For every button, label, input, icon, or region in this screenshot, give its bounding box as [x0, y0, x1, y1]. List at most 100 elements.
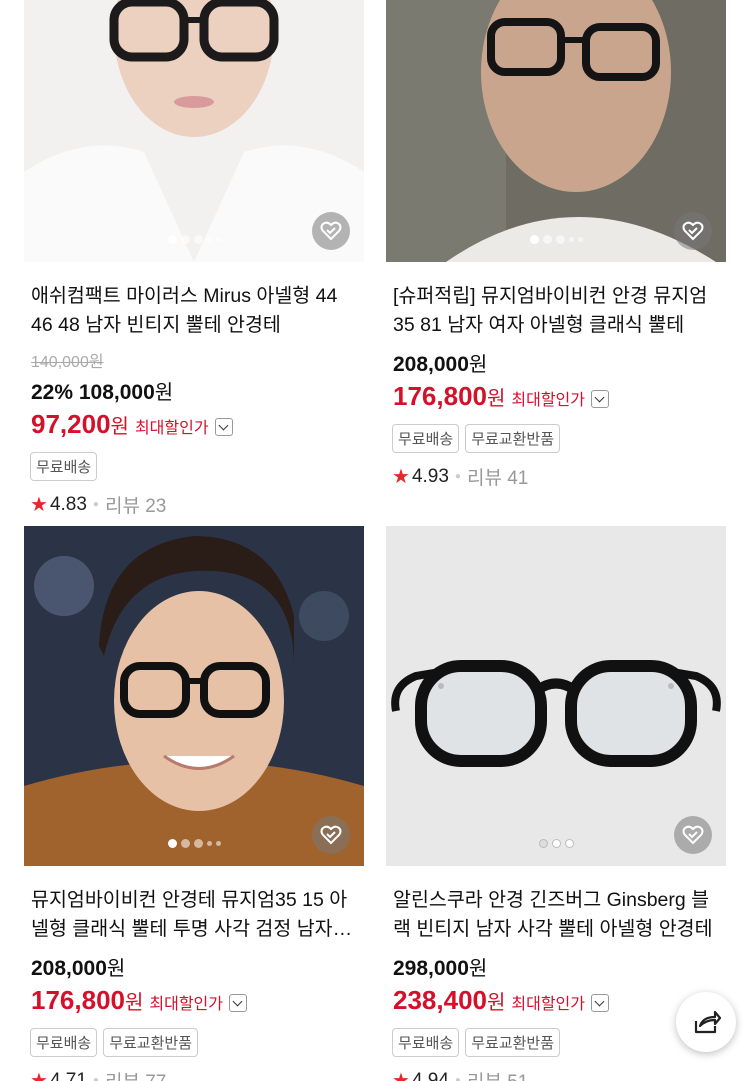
max-discount-row: 176,800원 최대할인가 [386, 381, 726, 412]
max-discount-price: 238,400원 [393, 985, 505, 1016]
rating-value: 4.83 [49, 493, 87, 515]
pagination-dot [167, 235, 177, 244]
rating-value: 4.71 [49, 1069, 87, 1081]
pagination-dot [206, 237, 212, 242]
max-discount-row: 238,400원 최대할인가 [386, 985, 726, 1016]
pagination-dot [180, 839, 190, 848]
pagination-dot [167, 839, 177, 848]
pagination-dot [568, 237, 574, 242]
tag-list: 무료배송 무료교환반품 [386, 1028, 726, 1057]
pagination-dot [193, 839, 203, 848]
dot-separator: ● [454, 1075, 461, 1081]
max-price-value: 97,200 [31, 409, 111, 439]
review-count[interactable]: 리뷰 41 [467, 463, 528, 490]
product-image[interactable] [386, 0, 726, 262]
tag-list: 무료배송 무료교환반품 [24, 1028, 364, 1057]
product-image[interactable] [24, 0, 364, 262]
rating-row: ★ 4.83 ● 리뷰 23 [24, 491, 364, 518]
pagination-dot [542, 235, 552, 244]
star-icon: ★ [392, 1070, 410, 1081]
max-discount-row: 176,800원 최대할인가 [24, 985, 364, 1016]
heart-check-icon [682, 825, 704, 845]
pagination-dot [180, 235, 190, 244]
product-title[interactable]: [슈퍼적립] 뮤지엄바이비컨 안경 뮤지엄35 81 남자 여자 아넬형 클래식… [386, 282, 726, 340]
heart-check-icon [320, 825, 342, 845]
star-icon: ★ [392, 466, 410, 488]
wish-button[interactable] [674, 212, 712, 250]
pagination-dot [538, 839, 548, 848]
product-card[interactable]: 뮤지엄바이비컨 안경테 뮤지엄35 15 아넬형 클래식 뿔테 투명 사각 검정… [24, 526, 364, 1081]
currency-unit: 원 [154, 382, 174, 404]
free-return-tag: 무료교환반품 [465, 1028, 561, 1057]
price: 208,000원 [24, 952, 364, 981]
pagination-dot [193, 235, 203, 244]
discount-price: 22% 108,000원 [24, 376, 364, 405]
product-title[interactable]: 애쉬컴팩트 마이러스 Mirus 아넬형 44 46 48 남자 빈티지 뿔테 … [24, 282, 364, 340]
product-title[interactable]: 뮤지엄바이비컨 안경테 뮤지엄35 15 아넬형 클래식 뿔테 투명 사각 검정… [24, 886, 364, 944]
chevron-down-icon[interactable] [591, 390, 609, 408]
pagination-dot [215, 237, 221, 242]
chevron-down-icon[interactable] [229, 994, 247, 1012]
review-count[interactable]: 리뷰 23 [105, 491, 166, 518]
star-icon: ★ [30, 1070, 48, 1081]
max-price-value: 238,400 [393, 985, 487, 1015]
rating-value: 4.93 [411, 465, 449, 487]
max-price-value: 176,800 [393, 381, 487, 411]
discount-price-value: 22% 108,000 [31, 381, 155, 404]
chevron-down-icon[interactable] [591, 994, 609, 1012]
dot-separator: ● [92, 499, 99, 510]
product-image[interactable] [24, 526, 364, 866]
pagination-dot [564, 839, 574, 848]
currency-unit: 원 [486, 388, 506, 410]
currency-unit: 원 [486, 992, 506, 1014]
pagination-dot [206, 841, 212, 846]
pagination-dot [555, 235, 565, 244]
price: 208,000원 [386, 348, 726, 377]
free-shipping-tag: 무료배송 [392, 1028, 460, 1057]
free-shipping-tag: 무료배송 [30, 1028, 98, 1057]
review-count[interactable]: 리뷰 51 [467, 1067, 528, 1081]
black-glasses-product-photo [386, 526, 726, 866]
product-title[interactable]: 알린스쿠라 안경 긴즈버그 Ginsberg 블랙 빈티지 남자 사각 뿔테 아… [386, 886, 726, 944]
product-card[interactable]: 알린스쿠라 안경 긴즈버그 Ginsberg 블랙 빈티지 남자 사각 뿔테 아… [386, 526, 726, 1081]
max-discount-price: 176,800원 [31, 985, 143, 1016]
max-discount-price: 97,200원 [31, 409, 129, 440]
smiling-man-glasses-photo [24, 526, 364, 866]
product-card[interactable]: [슈퍼적립] 뮤지엄바이비컨 안경 뮤지엄35 81 남자 여자 아넬형 클래식… [386, 0, 726, 490]
rating-row: ★ 4.93 ● 리뷰 41 [386, 463, 726, 490]
pagination-dot [551, 839, 561, 848]
pagination-dot [529, 235, 539, 244]
currency-unit: 원 [468, 958, 488, 980]
review-count[interactable]: 리뷰 77 [105, 1067, 166, 1081]
wish-button[interactable] [312, 212, 350, 250]
price-value: 208,000 [393, 353, 469, 376]
tag-list: 무료배송 무료교환반품 [386, 424, 726, 453]
share-button[interactable] [676, 992, 736, 1052]
free-shipping-tag: 무료배송 [392, 424, 460, 453]
price: 298,000원 [386, 952, 726, 981]
price-value: 208,000 [31, 957, 107, 980]
dot-separator: ● [92, 1075, 99, 1081]
pagination-dot [215, 841, 221, 846]
tag-list: 무료배송 [24, 452, 364, 481]
rating-row: ★ 4.71 ● 리뷰 77 [24, 1067, 364, 1081]
rating-row: ★ 4.94 ● 리뷰 51 [386, 1067, 726, 1081]
product-card[interactable]: 애쉬컴팩트 마이러스 Mirus 아넬형 44 46 48 남자 빈티지 뿔테 … [24, 0, 364, 518]
currency-unit: 원 [124, 992, 144, 1014]
max-discount-label: 최대할인가 [511, 392, 585, 409]
original-price: 140,000원 [31, 354, 104, 371]
chevron-down-icon[interactable] [214, 418, 233, 436]
product-image[interactable] [386, 526, 726, 866]
max-price-value: 176,800 [31, 985, 125, 1015]
currency-unit: 원 [110, 416, 129, 438]
wish-button[interactable] [312, 816, 350, 854]
free-shipping-tag: 무료배송 [30, 452, 98, 481]
max-discount-price: 176,800원 [393, 381, 505, 412]
dot-separator: ● [454, 471, 461, 482]
max-discount-label: 최대할인가 [134, 420, 209, 437]
max-discount-row: 97,200원 최대할인가 [24, 409, 364, 440]
pagination-dot [577, 237, 583, 242]
heart-check-icon [682, 221, 704, 241]
max-discount-label: 최대할인가 [149, 996, 223, 1013]
wish-button[interactable] [674, 816, 712, 854]
